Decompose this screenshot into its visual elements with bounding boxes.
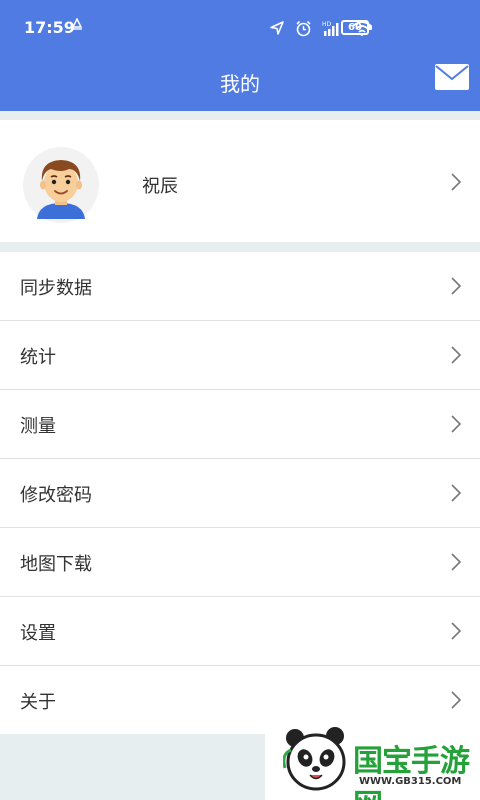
menu-item-statistics[interactable]: 统计	[0, 321, 480, 390]
avatar[interactable]	[23, 147, 99, 223]
app-bar: 我的	[0, 56, 480, 111]
status-bar: 17:59 HD 60	[0, 0, 480, 56]
menu-list: 同步数据 统计 测量 修改密码 地图下载 设置 关于	[0, 252, 480, 734]
menu-item-label: 关于	[20, 692, 56, 713]
mail-icon[interactable]	[434, 63, 470, 91]
menu-item-label: 设置	[20, 623, 56, 644]
chevron-right-icon	[450, 552, 462, 572]
menu-item-map-download[interactable]: 地图下载	[0, 528, 480, 597]
chevron-right-icon	[450, 621, 462, 641]
triangle-alert-icon	[71, 17, 83, 33]
chevron-right-icon	[450, 345, 462, 365]
menu-item-label: 修改密码	[20, 485, 92, 506]
chevron-right-icon	[450, 414, 462, 434]
watermark-url: WWW.GB315.COM	[359, 776, 462, 787]
menu-item-measure[interactable]: 测量	[0, 390, 480, 459]
menu-item-settings[interactable]: 设置	[0, 597, 480, 666]
signal-icon: HD	[322, 20, 342, 36]
profile-card[interactable]: 祝辰	[0, 120, 480, 242]
menu-item-label: 同步数据	[20, 278, 92, 299]
alarm-icon	[295, 20, 312, 37]
menu-item-label: 地图下载	[20, 554, 92, 575]
menu-item-label: 测量	[20, 416, 56, 437]
profile-name: 祝辰	[142, 176, 178, 197]
menu-item-change-password[interactable]: 修改密码	[0, 459, 480, 528]
menu-item-label: 统计	[20, 347, 56, 368]
menu-item-sync-data[interactable]: 同步数据	[0, 252, 480, 321]
status-time: 17:59	[24, 18, 75, 37]
chevron-right-icon	[450, 483, 462, 503]
panda-logo-icon	[282, 724, 351, 798]
watermark: 国宝手游网 WWW.GB315.COM	[265, 718, 480, 800]
chevron-right-icon	[450, 172, 462, 192]
watermark-title: 国宝手游网	[353, 744, 470, 800]
chevron-right-icon	[450, 690, 462, 710]
chevron-right-icon	[450, 276, 462, 296]
svg-text:HD: HD	[322, 21, 332, 28]
page-title: 我的	[220, 72, 260, 96]
location-icon	[269, 20, 285, 36]
battery-indicator: 60	[341, 20, 372, 35]
